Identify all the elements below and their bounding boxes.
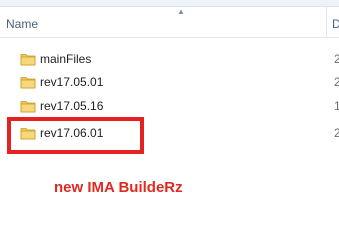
file-row-rev17-05-01[interactable]: rev17.05.01 2 xyxy=(0,72,339,94)
highlight-box xyxy=(7,117,144,154)
sort-arrow-icon: ▲ xyxy=(177,7,185,16)
window-top-strip xyxy=(0,0,339,7)
file-name: rev17.05.16 xyxy=(40,99,104,113)
date-modified: 2 xyxy=(334,75,339,89)
folder-icon xyxy=(20,101,36,113)
column-header-row: Name ▲ D xyxy=(0,7,339,38)
file-name: rev17.05.01 xyxy=(40,75,104,89)
date-column-header[interactable]: D xyxy=(332,17,339,31)
file-row-rev17-05-16[interactable]: rev17.05.16 1 xyxy=(0,96,339,118)
date-modified: 2 xyxy=(334,126,339,140)
file-explorer-window: Name ▲ D mainFiles 2 rev17.05.01 2 rev17… xyxy=(0,0,339,241)
column-divider[interactable] xyxy=(326,7,327,37)
file-row-mainFiles[interactable]: mainFiles 2 xyxy=(0,49,339,71)
name-column-header[interactable]: Name xyxy=(6,17,38,31)
folder-icon xyxy=(20,77,36,89)
date-modified: 1 xyxy=(334,99,339,113)
date-modified: 2 xyxy=(334,52,339,66)
folder-icon xyxy=(20,54,36,66)
file-name: mainFiles xyxy=(40,52,92,66)
annotation-label: new IMA BuildeRz xyxy=(54,179,183,196)
